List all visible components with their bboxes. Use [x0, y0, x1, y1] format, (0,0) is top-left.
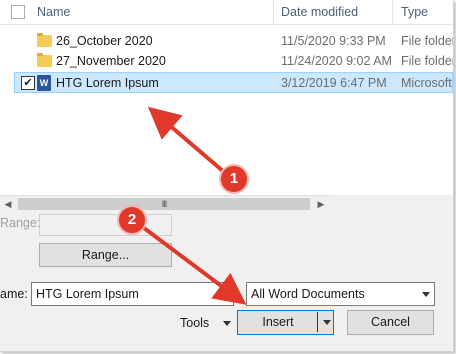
select-all-checkbox[interactable] [11, 5, 25, 19]
file-type: Microsoft [401, 76, 452, 90]
file-date: 11/24/2020 9:02 AM [281, 54, 392, 68]
file-name: 26_October 2020 [56, 34, 153, 48]
file-date: 11/5/2020 9:33 PM [281, 34, 386, 48]
file-type-select-value: All Word Documents [251, 287, 365, 301]
scrollbar-thumb[interactable]: III [18, 198, 310, 210]
word-document-icon: W [37, 75, 51, 91]
chevron-down-icon [422, 292, 430, 297]
file-type: File folder [401, 54, 453, 68]
cancel-button[interactable]: Cancel [347, 310, 434, 335]
column-header-type[interactable]: Type [401, 0, 428, 24]
file-list[interactable]: Name Date modified Type 26_October 2020 … [0, 0, 453, 195]
column-header-bar: Name Date modified Type [0, 0, 453, 25]
file-date: 3/12/2019 6:47 PM [281, 76, 387, 90]
column-divider[interactable] [273, 0, 274, 24]
file-name-input[interactable]: HTG Lorem Ipsum [31, 282, 234, 306]
file-type-select[interactable]: All Word Documents [246, 282, 435, 306]
file-name: 27_November 2020 [56, 54, 166, 68]
scroll-grip: III [161, 199, 168, 209]
file-name-label: ame: [0, 287, 28, 301]
row-checkbox[interactable]: ✔ [21, 76, 35, 90]
range-button[interactable]: Range... [39, 243, 172, 267]
scroll-left-icon[interactable]: ◀ [2, 198, 14, 210]
folder-icon [37, 33, 52, 47]
step-2-badge: 2 [119, 207, 145, 233]
list-item[interactable]: 26_October 2020 11/5/2020 9:33 PM File f… [0, 31, 453, 52]
list-item[interactable]: 27_November 2020 11/24/2020 9:02 AM File… [0, 51, 453, 72]
insert-button[interactable]: Insert [238, 311, 318, 333]
tools-button[interactable]: Tools [180, 316, 209, 330]
insert-options-chevron-icon[interactable] [323, 320, 331, 325]
list-item-selected[interactable]: ✔ W HTG Lorem Ipsum 3/12/2019 6:47 PM Mi… [14, 72, 453, 93]
insert-split-button[interactable]: Insert [237, 310, 334, 335]
file-name: HTG Lorem Ipsum [56, 76, 159, 90]
tools-chevron-down-icon[interactable] [223, 321, 231, 326]
scroll-right-icon[interactable]: ▶ [315, 198, 327, 210]
column-header-date-modified[interactable]: Date modified [281, 0, 358, 24]
step-1-badge: 1 [221, 166, 247, 192]
horizontal-scrollbar[interactable]: ◀ III ▶ [0, 195, 330, 213]
split-divider [317, 312, 318, 332]
folder-icon [37, 53, 52, 67]
column-header-name[interactable]: Name [37, 0, 70, 24]
range-label: Range: [0, 216, 41, 230]
range-input [39, 214, 172, 236]
file-type: File folder [401, 34, 453, 48]
column-divider[interactable] [392, 0, 393, 24]
